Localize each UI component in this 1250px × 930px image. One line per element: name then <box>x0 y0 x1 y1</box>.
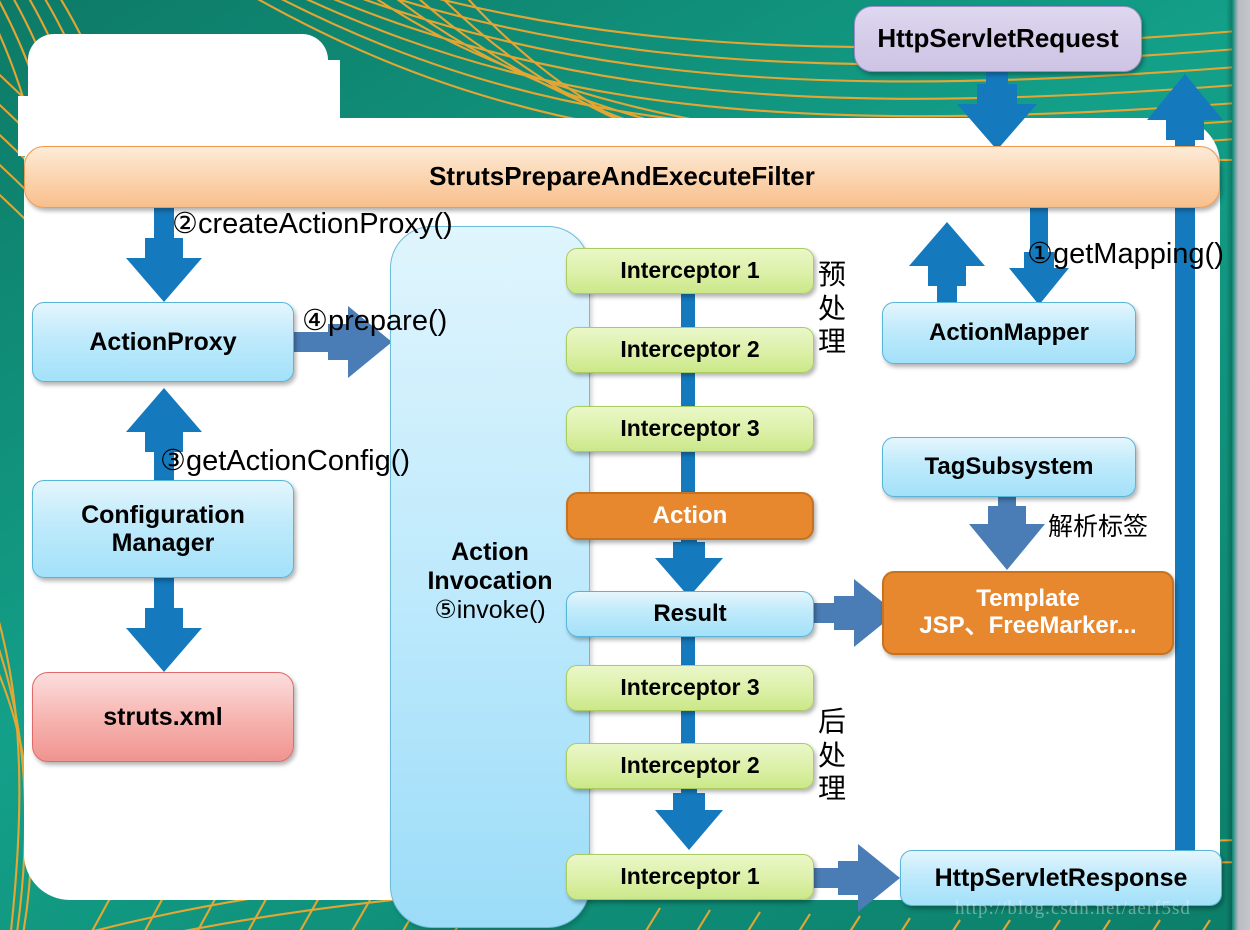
label-post-process: 后处理 <box>818 705 858 806</box>
node-label: Interceptor 3 <box>620 415 760 442</box>
action-invocation-label: Action Invocation ⑤invoke() <box>392 538 588 624</box>
template-line2: JSP、FreeMarker... <box>919 612 1137 639</box>
node-label: Result <box>653 599 727 627</box>
config-manager-line1: Configuration <box>81 501 245 529</box>
node-label: ActionProxy <box>89 328 237 356</box>
diagram-canvas: HttpServletRequest StrutsPrepareAndExecu… <box>0 0 1250 930</box>
node-struts-xml[interactable]: struts.xml <box>32 672 294 762</box>
node-configuration-manager[interactable]: Configuration Manager <box>32 480 294 578</box>
node-http-servlet-request[interactable]: HttpServletRequest <box>854 6 1142 72</box>
node-action[interactable]: Action <box>566 492 814 540</box>
node-label: Template JSP、FreeMarker... <box>884 585 1172 640</box>
node-label: struts.xml <box>103 703 223 731</box>
panel-top-left-notch <box>300 60 340 130</box>
label-pre-process-text: 预处理 <box>818 259 847 358</box>
node-label: HttpServletResponse <box>934 864 1188 892</box>
config-manager-line2: Manager <box>111 529 215 557</box>
action-invocation-line2: Invocation <box>427 566 553 595</box>
label-post-process-text: 后处理 <box>818 706 847 805</box>
node-interceptor-post-1[interactable]: Interceptor 1 <box>566 854 814 900</box>
node-label: Interceptor 2 <box>620 336 760 363</box>
action-invocation-line1: Action <box>451 538 529 566</box>
label-pre-process: 预处理 <box>818 258 858 359</box>
node-tag-subsystem[interactable]: TagSubsystem <box>882 437 1136 497</box>
watermark: http://blog.csdn.net/aerf5sd <box>955 898 1191 919</box>
node-label: TagSubsystem <box>924 452 1094 480</box>
node-interceptor-pre-2[interactable]: Interceptor 2 <box>566 327 814 373</box>
node-label: Interceptor 1 <box>620 257 760 284</box>
node-struts-prepare-and-execute-filter[interactable]: StrutsPrepareAndExecuteFilter <box>24 146 1220 208</box>
node-result[interactable]: Result <box>566 591 814 637</box>
node-label: Interceptor 3 <box>620 674 760 701</box>
node-interceptor-post-3[interactable]: Interceptor 3 <box>566 665 814 711</box>
node-label: Action <box>652 501 728 529</box>
label-step-4-prepare: ④prepare() <box>302 305 448 337</box>
label-step-3-getactionconfig: ③getActionConfig() <box>160 445 411 477</box>
node-label: ActionMapper <box>928 318 1089 346</box>
label-parse-tag: 解析标签 <box>1048 513 1149 541</box>
node-label: Configuration Manager <box>33 501 293 557</box>
node-action-proxy[interactable]: ActionProxy <box>32 302 294 382</box>
node-template[interactable]: Template JSP、FreeMarker... <box>882 571 1174 655</box>
node-label: StrutsPrepareAndExecuteFilter <box>429 161 815 192</box>
node-label: Interceptor 2 <box>620 752 760 779</box>
background-right-strip <box>1232 0 1250 930</box>
label-step-2-createactionproxy: ②createActionProxy() <box>172 208 453 240</box>
background-shadow-edge <box>1226 0 1232 930</box>
label-step-1-getmapping: ①getMapping() <box>1027 238 1224 270</box>
node-action-mapper[interactable]: ActionMapper <box>882 302 1136 364</box>
node-interceptor-pre-3[interactable]: Interceptor 3 <box>566 406 814 452</box>
template-line1: Template <box>976 585 1080 613</box>
node-interceptor-pre-1[interactable]: Interceptor 1 <box>566 248 814 294</box>
node-label: HttpServletRequest <box>877 23 1119 54</box>
node-label: Interceptor 1 <box>620 863 760 890</box>
action-invocation-step: ⑤invoke() <box>434 595 546 624</box>
node-interceptor-post-2[interactable]: Interceptor 2 <box>566 743 814 789</box>
